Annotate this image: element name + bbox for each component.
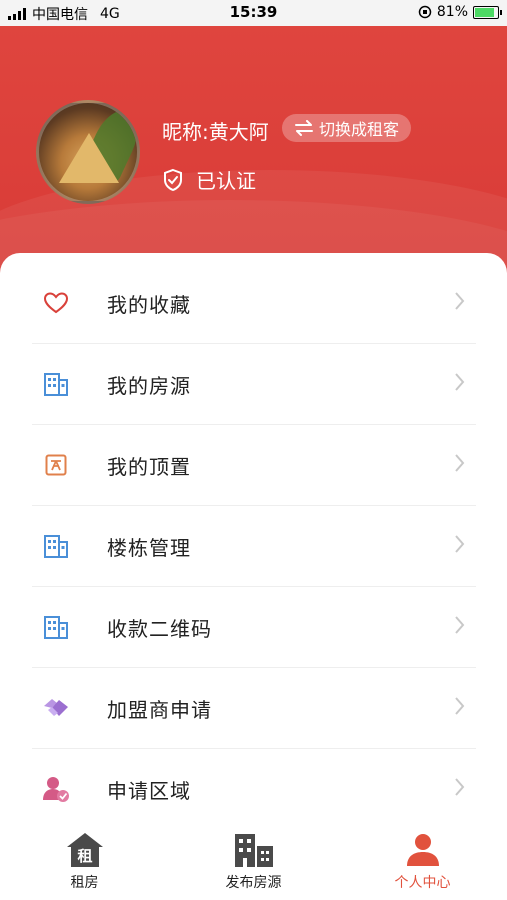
tab-publish-listing[interactable]: 发布房源 bbox=[169, 826, 338, 900]
tab-label: 个人中心 bbox=[394, 875, 451, 891]
avatar-zongzi bbox=[59, 133, 119, 183]
menu-item-favorites[interactable]: 我的收藏 bbox=[32, 263, 476, 344]
person-icon bbox=[406, 834, 439, 866]
menu-item-apply-area[interactable]: 申请区域 bbox=[32, 749, 476, 829]
switch-label: 切换成租客 bbox=[319, 120, 400, 139]
menu-label: 申请区域 bbox=[107, 778, 191, 803]
user-check-icon bbox=[43, 777, 69, 802]
menu-card: 我的收藏 我的房源 我的顶置 楼栋管理 收款二维码 加盟商申请 申请区域 bbox=[0, 253, 507, 843]
swap-icon bbox=[295, 120, 313, 136]
menu-label: 我的顶置 bbox=[107, 454, 191, 479]
pin-box-icon bbox=[45, 454, 67, 476]
menu-item-franchise-apply[interactable]: 加盟商申请 bbox=[32, 668, 476, 749]
building-icon bbox=[44, 535, 68, 558]
chevron-right-icon bbox=[455, 778, 465, 796]
chevron-right-icon bbox=[455, 535, 465, 553]
menu-label: 我的收藏 bbox=[107, 292, 191, 317]
battery-icon bbox=[473, 5, 502, 19]
buildings-icon bbox=[234, 834, 273, 867]
menu-item-building-management[interactable]: 楼栋管理 bbox=[32, 506, 476, 587]
building-icon bbox=[44, 616, 68, 639]
switch-to-tenant-button[interactable]: 切换成租客 bbox=[282, 114, 412, 142]
menu-label: 我的房源 bbox=[107, 373, 191, 398]
tab-rent[interactable]: 租 租房 bbox=[0, 826, 169, 900]
verified-label: 已认证 bbox=[196, 169, 256, 193]
chevron-right-icon bbox=[455, 697, 465, 715]
handshake-icon bbox=[44, 699, 68, 716]
chevron-right-icon bbox=[455, 292, 465, 310]
menu-item-my-listings[interactable]: 我的房源 bbox=[32, 344, 476, 425]
chevron-right-icon bbox=[455, 373, 465, 391]
svg-text:租: 租 bbox=[77, 847, 92, 865]
nickname: 昵称:黄大阿 bbox=[162, 120, 269, 144]
avatar[interactable] bbox=[36, 100, 140, 204]
verified-status: 已认证 bbox=[162, 165, 256, 194]
tab-personal-center[interactable]: 个人中心 bbox=[338, 826, 507, 900]
orientation-lock-icon bbox=[418, 5, 432, 19]
menu-item-pinned[interactable]: 我的顶置 bbox=[32, 425, 476, 506]
heart-icon bbox=[43, 292, 69, 314]
menu-label: 加盟商申请 bbox=[107, 697, 212, 722]
house-rent-icon: 租 bbox=[66, 833, 103, 867]
tab-label: 租房 bbox=[70, 875, 99, 891]
chevron-right-icon bbox=[455, 454, 465, 472]
menu-item-payment-qr[interactable]: 收款二维码 bbox=[32, 587, 476, 668]
menu-label: 收款二维码 bbox=[107, 616, 212, 641]
battery-percent: 81% bbox=[436, 4, 468, 20]
chevron-right-icon bbox=[455, 616, 465, 634]
tab-label: 发布房源 bbox=[225, 875, 282, 891]
menu-label: 楼栋管理 bbox=[107, 535, 191, 560]
bottom-tab-bar: 租 租房 发布房源 个人中心 bbox=[0, 826, 507, 900]
status-bar: 中国电信 4G 15:39 81% bbox=[0, 0, 507, 26]
shield-check-icon bbox=[164, 168, 182, 191]
building-icon bbox=[44, 373, 68, 396]
